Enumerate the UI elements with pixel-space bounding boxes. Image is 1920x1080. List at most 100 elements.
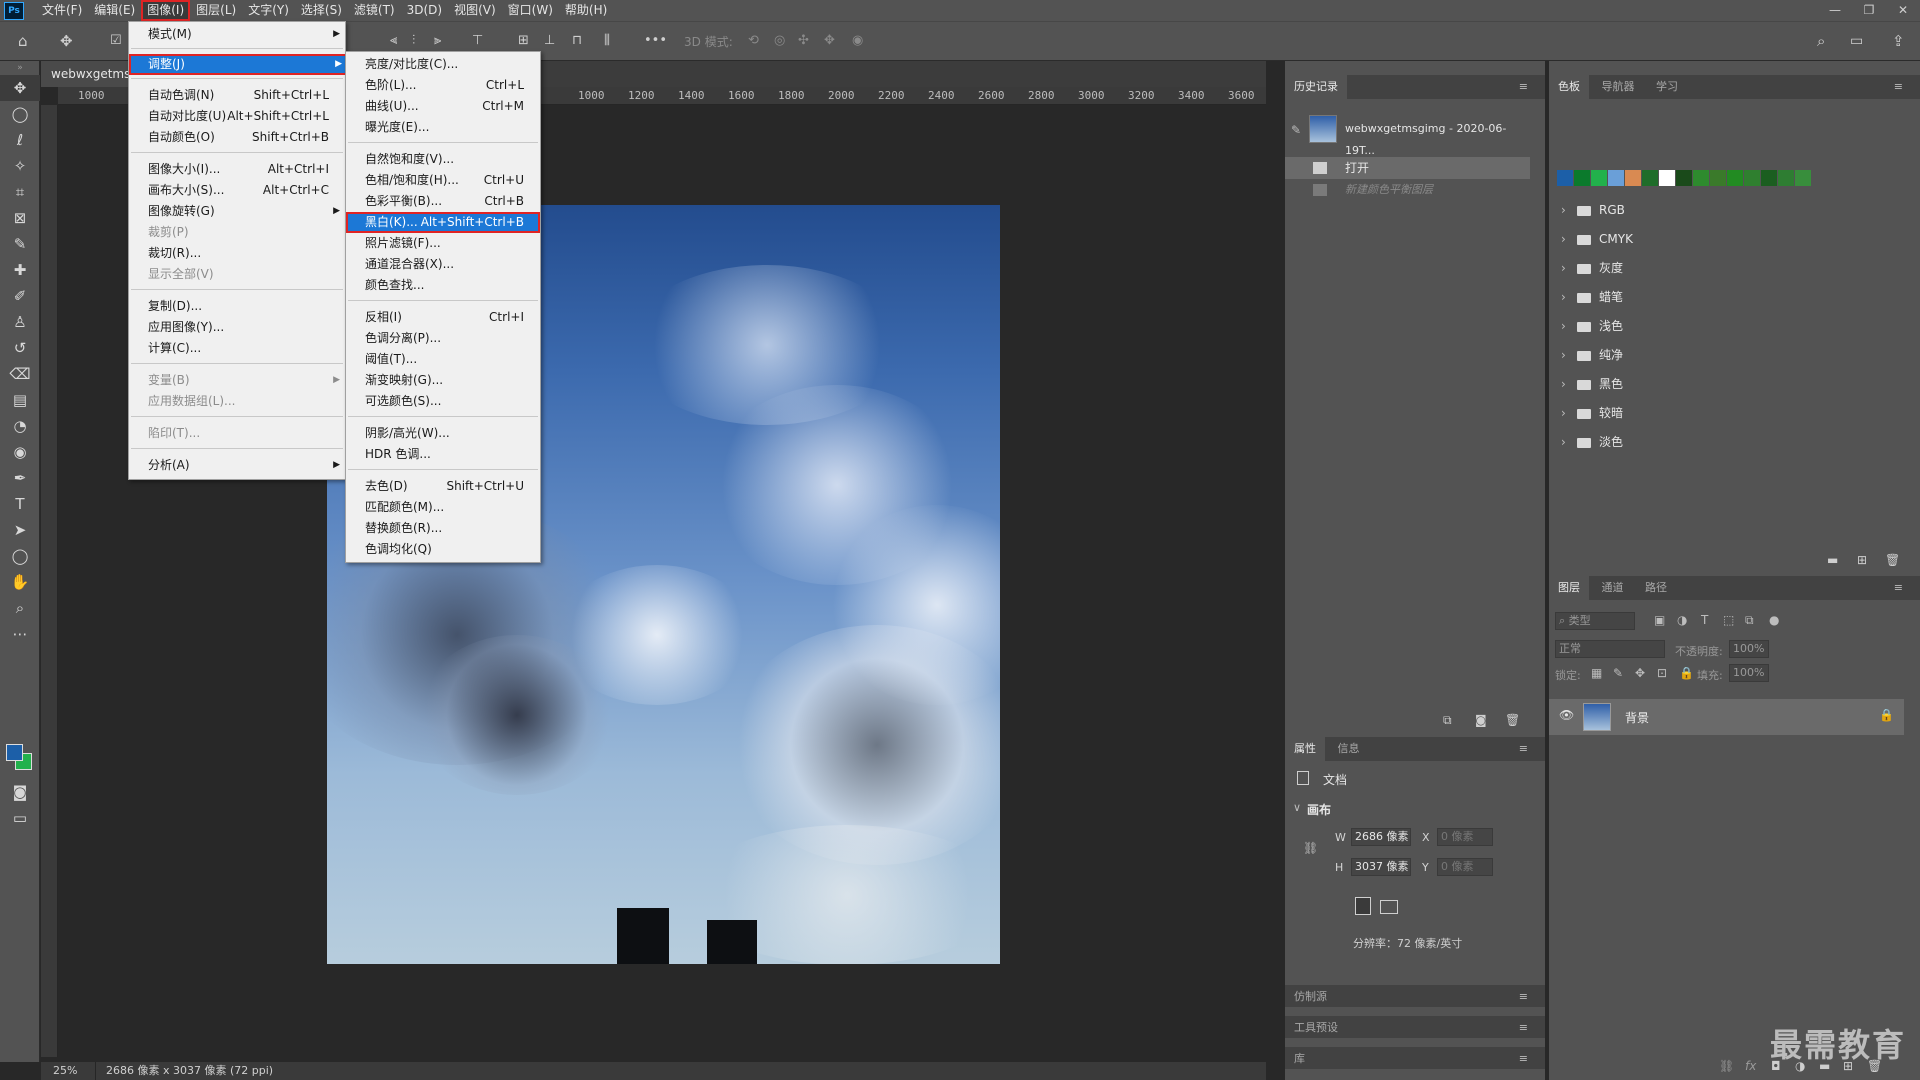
chevron-down-icon[interactable]: ∨: [1293, 801, 1301, 814]
new-swatch-icon[interactable]: ⊞: [1857, 553, 1867, 567]
menu-item-mode[interactable]: 模式(M) ▶: [129, 24, 345, 45]
trash-icon[interactable]: 🗑: [1885, 553, 1900, 567]
color-swatch[interactable]: [1710, 170, 1726, 186]
3d-roll-icon[interactable]: ◎: [774, 30, 785, 52]
document-info[interactable]: 2686 像素 x 3037 像素 (72 ppi): [95, 1062, 333, 1080]
menu-item-posterize[interactable]: 色调分离(P)...: [346, 328, 540, 349]
tab-clone-source[interactable]: 仿制源: [1285, 985, 1336, 1009]
menu-item-shadows-highlights[interactable]: 阴影/高光(W)...: [346, 423, 540, 444]
color-swatch[interactable]: [1574, 170, 1590, 186]
align-middle-icon[interactable]: ⊞: [518, 30, 529, 52]
menu-item-brightness-contrast[interactable]: 亮度/对比度(C)...: [346, 54, 540, 75]
tab-paths[interactable]: 路径: [1636, 576, 1676, 600]
screen-mode-icon[interactable]: ▭: [0, 805, 40, 831]
visibility-eye-icon[interactable]: 👁: [1559, 708, 1574, 722]
lock-image-icon[interactable]: ✎: [1613, 666, 1623, 680]
align-top-icon[interactable]: ⊓: [572, 30, 582, 52]
menu-filter[interactable]: 滤镜(T): [348, 0, 401, 21]
menu-item-exposure[interactable]: 曝光度(E)...: [346, 117, 540, 138]
tab-learn[interactable]: 学习: [1647, 75, 1687, 99]
menu-type[interactable]: 文字(Y): [242, 0, 295, 21]
color-swatch[interactable]: [1557, 170, 1573, 186]
menu-item-image-size[interactable]: 图像大小(I)... Alt+Ctrl+I: [129, 159, 345, 180]
quick-mask-icon[interactable]: ◙: [0, 779, 40, 805]
distribute-icon[interactable]: ⫼: [604, 30, 610, 52]
swatch-group-pure[interactable]: › 纯净: [1561, 342, 1623, 368]
width-field[interactable]: 2686 像素: [1351, 828, 1411, 846]
menu-item-adjust[interactable]: 调整(J) ▶: [129, 54, 347, 75]
filter-pixel-icon[interactable]: ▣: [1654, 613, 1665, 627]
menu-item-auto-color[interactable]: 自动颜色(O) Shift+Ctrl+B: [129, 127, 345, 148]
home-icon[interactable]: ⌂: [18, 30, 28, 52]
history-row[interactable]: 新建颜色平衡图层: [1285, 179, 1530, 201]
marquee-tool-icon[interactable]: ◯: [0, 101, 40, 127]
swatch-group-grayscale[interactable]: › 灰度: [1561, 255, 1623, 281]
link-icon[interactable]: ⛓: [1303, 841, 1318, 855]
menu-item-apply-image[interactable]: 应用图像(Y)...: [129, 317, 345, 338]
3d-camera-icon[interactable]: ◉: [852, 30, 863, 52]
panel-menu-icon[interactable]: ≡: [1885, 576, 1912, 600]
dodge-tool-icon[interactable]: ◉: [0, 439, 40, 465]
layer-filter-select[interactable]: ⌕ 类型: [1555, 612, 1635, 630]
swatch-group-pastel[interactable]: › 蜡笔: [1561, 284, 1623, 310]
menu-item-canvas-size[interactable]: 画布大小(S)... Alt+Ctrl+C: [129, 180, 345, 201]
type-tool-icon[interactable]: T: [0, 491, 40, 517]
filter-adjustment-icon[interactable]: ◑: [1677, 613, 1687, 627]
y-field[interactable]: 0 像素: [1437, 858, 1493, 876]
align-bottom-icon[interactable]: ⊥: [544, 30, 555, 52]
tab-info[interactable]: 信息: [1329, 737, 1369, 761]
menu-item-color-balance[interactable]: 色彩平衡(B)... Ctrl+B: [346, 191, 540, 212]
lock-transparent-icon[interactable]: ▦: [1591, 666, 1602, 680]
history-snapshot[interactable]: ✎ webwxgetmsgimg - 2020-06-19T...: [1285, 111, 1530, 157]
camera-icon[interactable]: ◙: [1475, 713, 1487, 727]
menu-item-desaturate[interactable]: 去色(D) Shift+Ctrl+U: [346, 476, 540, 497]
new-document-from-state-icon[interactable]: ⧉: [1443, 713, 1452, 728]
tab-history[interactable]: 历史记录: [1285, 75, 1347, 99]
3d-pan-icon[interactable]: ✣: [798, 30, 809, 52]
auto-select-checkbox[interactable]: ☑: [110, 30, 122, 52]
menu-item-hdr-toning[interactable]: HDR 色调...: [346, 444, 540, 465]
eyedropper-tool-icon[interactable]: ✎: [0, 231, 40, 257]
libraries-panel[interactable]: 库 ≡: [1285, 1047, 1545, 1069]
foreground-color-swatch[interactable]: [6, 744, 23, 761]
minimize-button[interactable]: —: [1818, 0, 1852, 21]
opacity-field[interactable]: 100%: [1729, 640, 1769, 658]
clone-source-panel[interactable]: 仿制源 ≡: [1285, 985, 1545, 1007]
menu-image[interactable]: 图像(I): [141, 0, 191, 21]
height-field[interactable]: 3037 像素: [1351, 858, 1411, 876]
color-swatch[interactable]: [1727, 170, 1743, 186]
filter-type-icon[interactable]: T: [1701, 613, 1708, 627]
lock-all-icon[interactable]: 🔒: [1679, 666, 1694, 680]
tool-presets-panel[interactable]: 工具预设 ≡: [1285, 1016, 1545, 1038]
filter-smart-object-icon[interactable]: ⧉: [1745, 613, 1754, 628]
swatch-group-dark[interactable]: › 较暗: [1561, 400, 1623, 426]
panel-menu-icon[interactable]: ≡: [1510, 1016, 1537, 1040]
trash-icon[interactable]: 🗑: [1505, 713, 1520, 727]
filter-toggle-icon[interactable]: ●: [1769, 613, 1779, 627]
brush-tool-icon[interactable]: ✐: [0, 283, 40, 309]
color-swatch[interactable]: [1795, 170, 1811, 186]
align-right-icon[interactable]: ⫸: [434, 30, 441, 52]
color-swatch[interactable]: [1642, 170, 1658, 186]
menu-item-threshold[interactable]: 阈值(T)...: [346, 349, 540, 370]
move-tool-icon[interactable]: ✥: [60, 30, 73, 52]
menu-item-hue-saturation[interactable]: 色相/饱和度(H)... Ctrl+U: [346, 170, 540, 191]
menu-layer[interactable]: 图层(L): [190, 0, 242, 21]
path-select-tool-icon[interactable]: ➤: [0, 517, 40, 543]
align-left-icon[interactable]: ⫷: [390, 30, 397, 52]
layer-row[interactable]: 👁 背景 🔒: [1549, 699, 1904, 735]
menu-3d[interactable]: 3D(D): [401, 0, 448, 21]
align-center-icon[interactable]: ⫶: [412, 30, 415, 52]
tab-navigator[interactable]: 导航器: [1593, 75, 1644, 99]
color-swatch[interactable]: [1659, 170, 1675, 186]
share-icon[interactable]: ⇪: [1892, 30, 1905, 52]
menu-item-calculations[interactable]: 计算(C)...: [129, 338, 345, 359]
hand-tool-icon[interactable]: ✋: [0, 569, 40, 595]
zoom-tool-icon[interactable]: ⌕: [0, 595, 40, 621]
tab-layers[interactable]: 图层: [1549, 576, 1589, 600]
menu-window[interactable]: 窗口(W): [502, 0, 559, 21]
menu-item-levels[interactable]: 色阶(L)... Ctrl+L: [346, 75, 540, 96]
panel-menu-icon[interactable]: ≡: [1510, 737, 1537, 761]
layer-name[interactable]: 背景: [1625, 709, 1649, 726]
workspace-icon[interactable]: ▭: [1850, 30, 1863, 52]
